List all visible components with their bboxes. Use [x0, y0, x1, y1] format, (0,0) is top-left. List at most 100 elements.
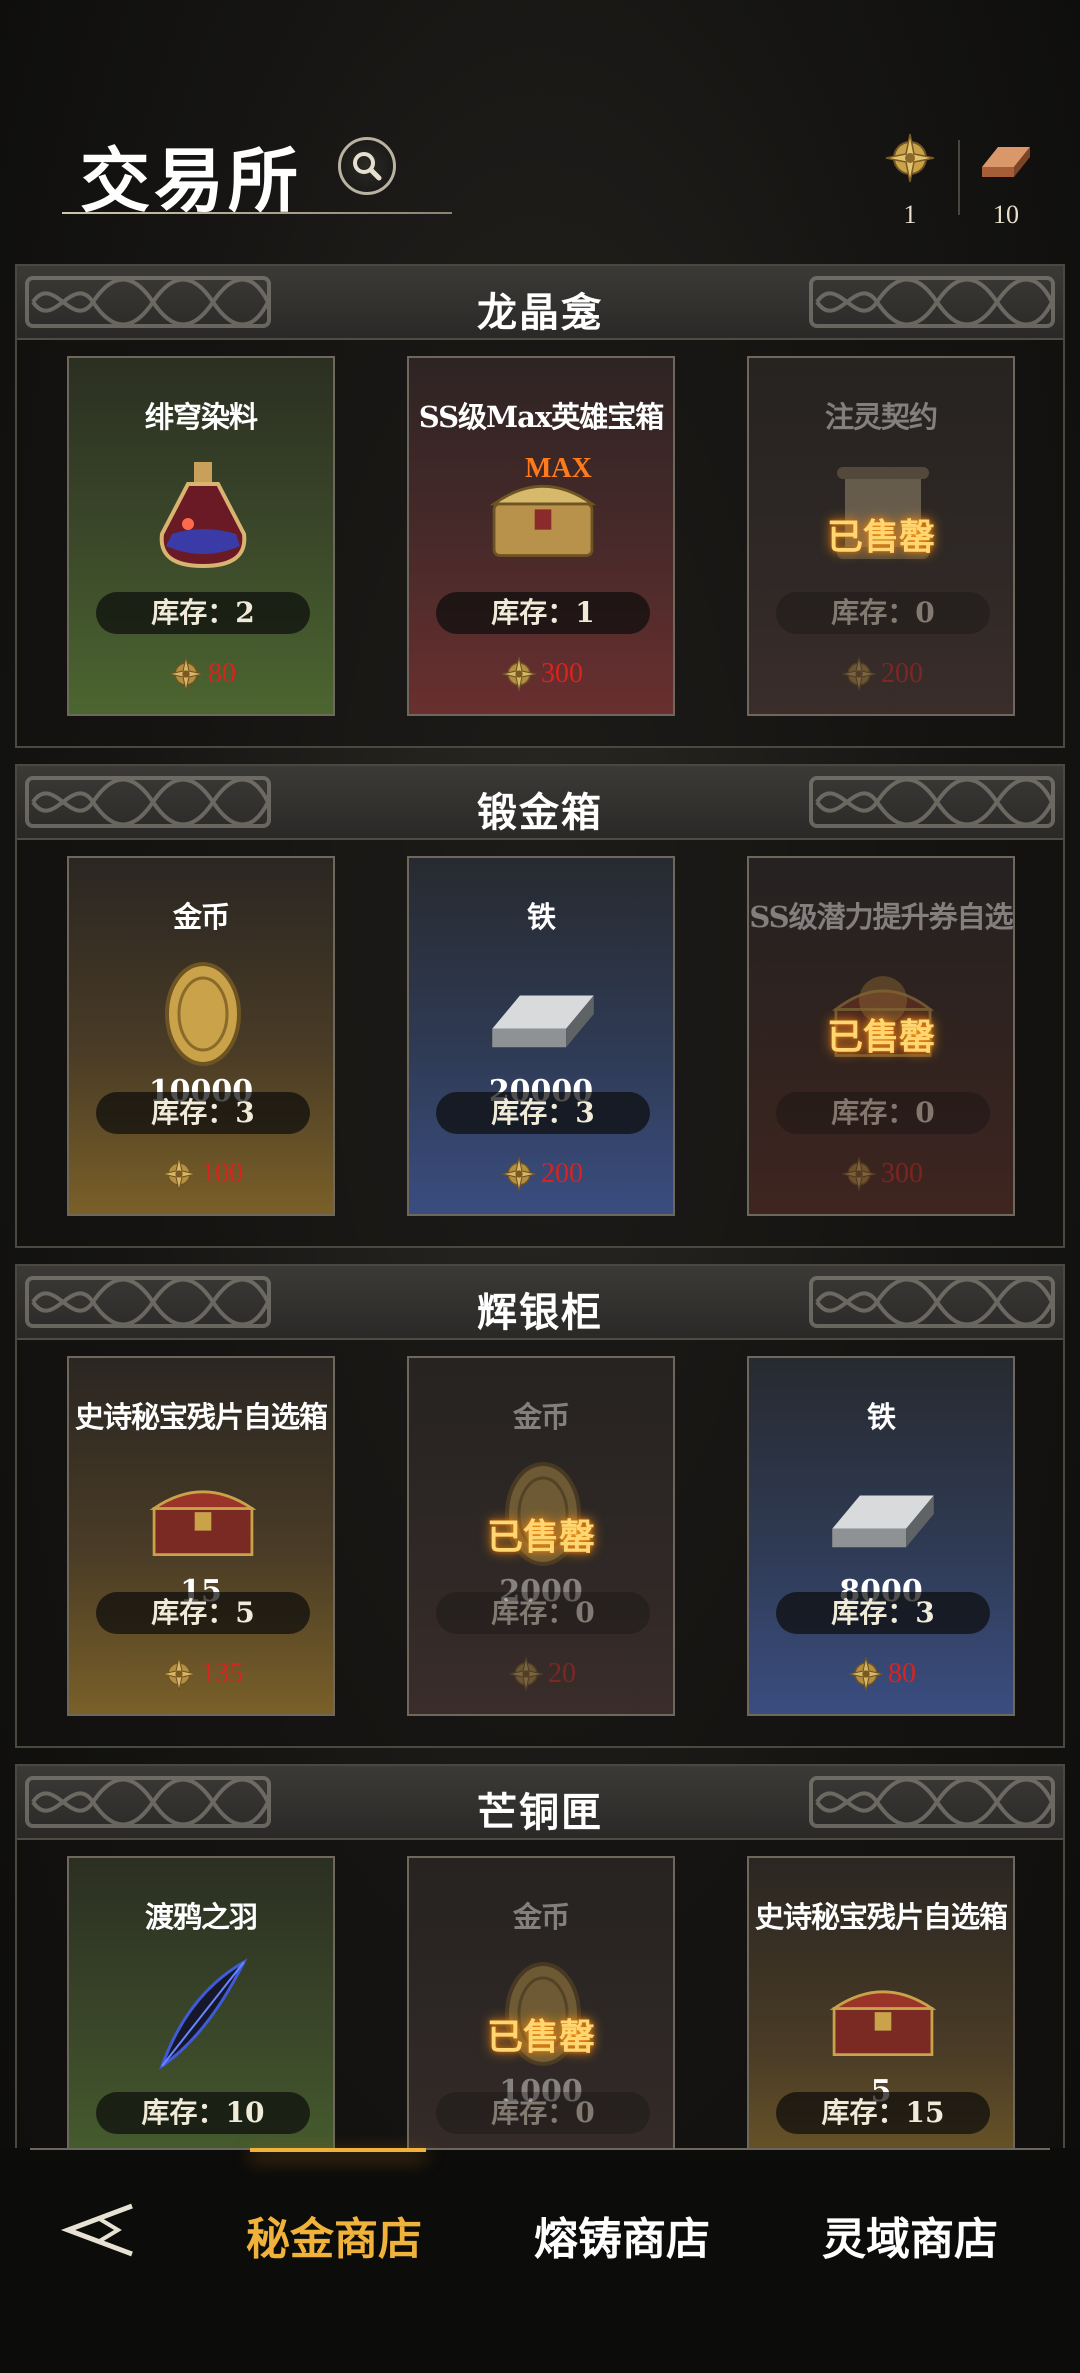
sold-out-label: 已售罄 — [826, 516, 935, 558]
price: 100 — [69, 1154, 333, 1194]
price-value: 80 — [888, 1658, 916, 1689]
compass-coin-icon — [499, 1154, 539, 1194]
red-chest-icon — [143, 1454, 263, 1574]
tab-spirit-shop[interactable]: 灵域商店 — [822, 2203, 998, 2267]
compass-coin-icon — [882, 130, 938, 186]
compass-coin-icon — [159, 1654, 199, 1694]
stock-label: 库存：0 — [776, 592, 990, 634]
compass-coin-icon — [166, 654, 206, 694]
section-title: 辉银柜 — [477, 1289, 603, 1336]
shop-item-card[interactable]: 铁 20000 库存：3 200 — [407, 856, 675, 1216]
section-banner: 辉银柜 — [17, 1266, 1063, 1340]
nav-divider — [30, 2148, 1050, 2150]
currency-divider — [958, 140, 960, 215]
price-value: 300 — [881, 1158, 923, 1189]
title-underline — [62, 212, 452, 214]
section-banner: 锻金箱 — [17, 766, 1063, 840]
compass-coin-icon — [839, 1154, 879, 1194]
shop-item-card[interactable]: 注灵契约 库存：0 200 已售罄 — [747, 356, 1015, 716]
shop-section: 龙晶龛 绯穹染料 库存：2 80 SS级Max英雄宝箱 MAX 库存：1 300… — [15, 264, 1065, 748]
price: 300 — [749, 1154, 1013, 1194]
shop-section: 辉银柜 史诗秘宝残片自选箱 15 库存：5 135 金币 2000 库存：0 — [15, 1264, 1065, 1748]
price-value: 300 — [541, 658, 583, 689]
bottom-nav: 秘金商店 熔铸商店 灵域商店 — [0, 2148, 1080, 2373]
item-name: 渡鸦之羽 — [144, 1900, 258, 1934]
price-value: 200 — [541, 1158, 583, 1189]
shop-item-card[interactable]: 铁 8000 库存：3 80 — [747, 1356, 1015, 1716]
stock-label: 库存：3 — [436, 1092, 650, 1134]
stock-label: 库存：1 — [436, 592, 650, 634]
price-value: 100 — [201, 1158, 243, 1189]
iron-ingot-icon — [483, 954, 603, 1074]
compass-coin-icon — [506, 1654, 546, 1694]
potion-icon — [143, 454, 263, 574]
header: 交易所 1 10 — [0, 0, 1080, 250]
item-name: 史诗秘宝残片自选箱 — [754, 1900, 1008, 1934]
compass-coin-icon — [846, 1654, 886, 1694]
tab-arcane-shop[interactable]: 秘金商店 — [246, 2203, 422, 2267]
red-chest-icon — [823, 1954, 943, 2074]
item-name: 注灵契约 — [824, 400, 938, 434]
sold-out-label: 已售罄 — [486, 2016, 595, 2058]
price: 200 — [409, 1154, 673, 1194]
item-name: 金币 — [512, 1400, 570, 1434]
stock-label: 库存：10 — [96, 2092, 310, 2134]
search-button[interactable] — [338, 137, 396, 195]
search-icon — [353, 152, 382, 181]
currency-compass[interactable]: 1 — [870, 130, 950, 230]
shop-item-card[interactable]: 金币 10000 库存：3 100 — [67, 856, 335, 1216]
back-button[interactable] — [58, 2200, 138, 2260]
item-name: 铁 — [526, 900, 556, 934]
section-title: 龙晶龛 — [477, 289, 603, 336]
item-name: 史诗秘宝残片自选箱 — [74, 1400, 328, 1434]
shop-item-card[interactable]: 金币 2000 库存：0 20 已售罄 — [407, 1356, 675, 1716]
item-name: SS级Max英雄宝箱 — [418, 400, 664, 434]
gold-coin-icon — [143, 954, 263, 1074]
shop-item-card[interactable]: SS级Max英雄宝箱 MAX 库存：1 300 — [407, 356, 675, 716]
price: 80 — [749, 1654, 1013, 1694]
price-value: 80 — [208, 658, 236, 689]
section-title: 锻金箱 — [477, 789, 603, 836]
item-name: 金币 — [512, 1900, 570, 1934]
price: 80 — [69, 654, 333, 694]
shop-item-card[interactable]: 史诗秘宝残片自选箱 15 库存：5 135 — [67, 1356, 335, 1716]
section-title: 芒铜匣 — [477, 1789, 603, 1836]
item-name: 铁 — [866, 1400, 896, 1434]
price-value: 200 — [881, 658, 923, 689]
compass-coin-icon — [499, 654, 539, 694]
page-title: 交易所 — [80, 139, 302, 222]
compass-coin-icon — [159, 1154, 199, 1194]
currency-ingot[interactable]: 10 — [966, 130, 1046, 230]
price: 300 — [409, 654, 673, 694]
sold-out-label: 已售罄 — [486, 1516, 595, 1558]
shop-item-card[interactable]: 绯穹染料 库存：2 80 — [67, 356, 335, 716]
stock-label: 库存：0 — [436, 1592, 650, 1634]
max-tag: MAX — [525, 453, 592, 484]
section-banner: 芒铜匣 — [17, 1766, 1063, 1840]
stock-label: 库存：3 — [96, 1092, 310, 1134]
price: 135 — [69, 1654, 333, 1694]
stock-label: 库存：15 — [776, 2092, 990, 2134]
back-arrow-icon — [60, 2203, 133, 2257]
stock-label: 库存：5 — [96, 1592, 310, 1634]
item-name: SS级潜力提升券自选 — [749, 900, 1013, 934]
item-name: 绯穹染料 — [144, 400, 258, 434]
tab-forge-shop[interactable]: 熔铸商店 — [534, 2203, 710, 2267]
shop-item-card[interactable]: SS级潜力提升券自选 库存：0 300 已售罄 — [747, 856, 1015, 1216]
compass-coin-icon — [839, 654, 879, 694]
stock-label: 库存：0 — [776, 1092, 990, 1134]
section-banner: 龙晶龛 — [17, 266, 1063, 340]
iron-ingot-icon — [823, 1454, 943, 1574]
currency-value: 1 — [903, 200, 917, 229]
stock-label: 库存：2 — [96, 592, 310, 634]
stock-label: 库存：3 — [776, 1592, 990, 1634]
item-name: 金币 — [172, 900, 230, 934]
sold-out-label: 已售罄 — [826, 1016, 935, 1058]
shop-section: 锻金箱 金币 10000 库存：3 100 铁 20000 库存：3 — [15, 764, 1065, 1248]
price-value: 135 — [201, 1658, 243, 1689]
price: 200 — [749, 654, 1013, 694]
active-tab-indicator — [250, 2148, 426, 2152]
currency-value: 10 — [993, 200, 1019, 229]
copper-ingot-icon — [978, 130, 1034, 186]
price: 20 — [409, 1654, 673, 1694]
